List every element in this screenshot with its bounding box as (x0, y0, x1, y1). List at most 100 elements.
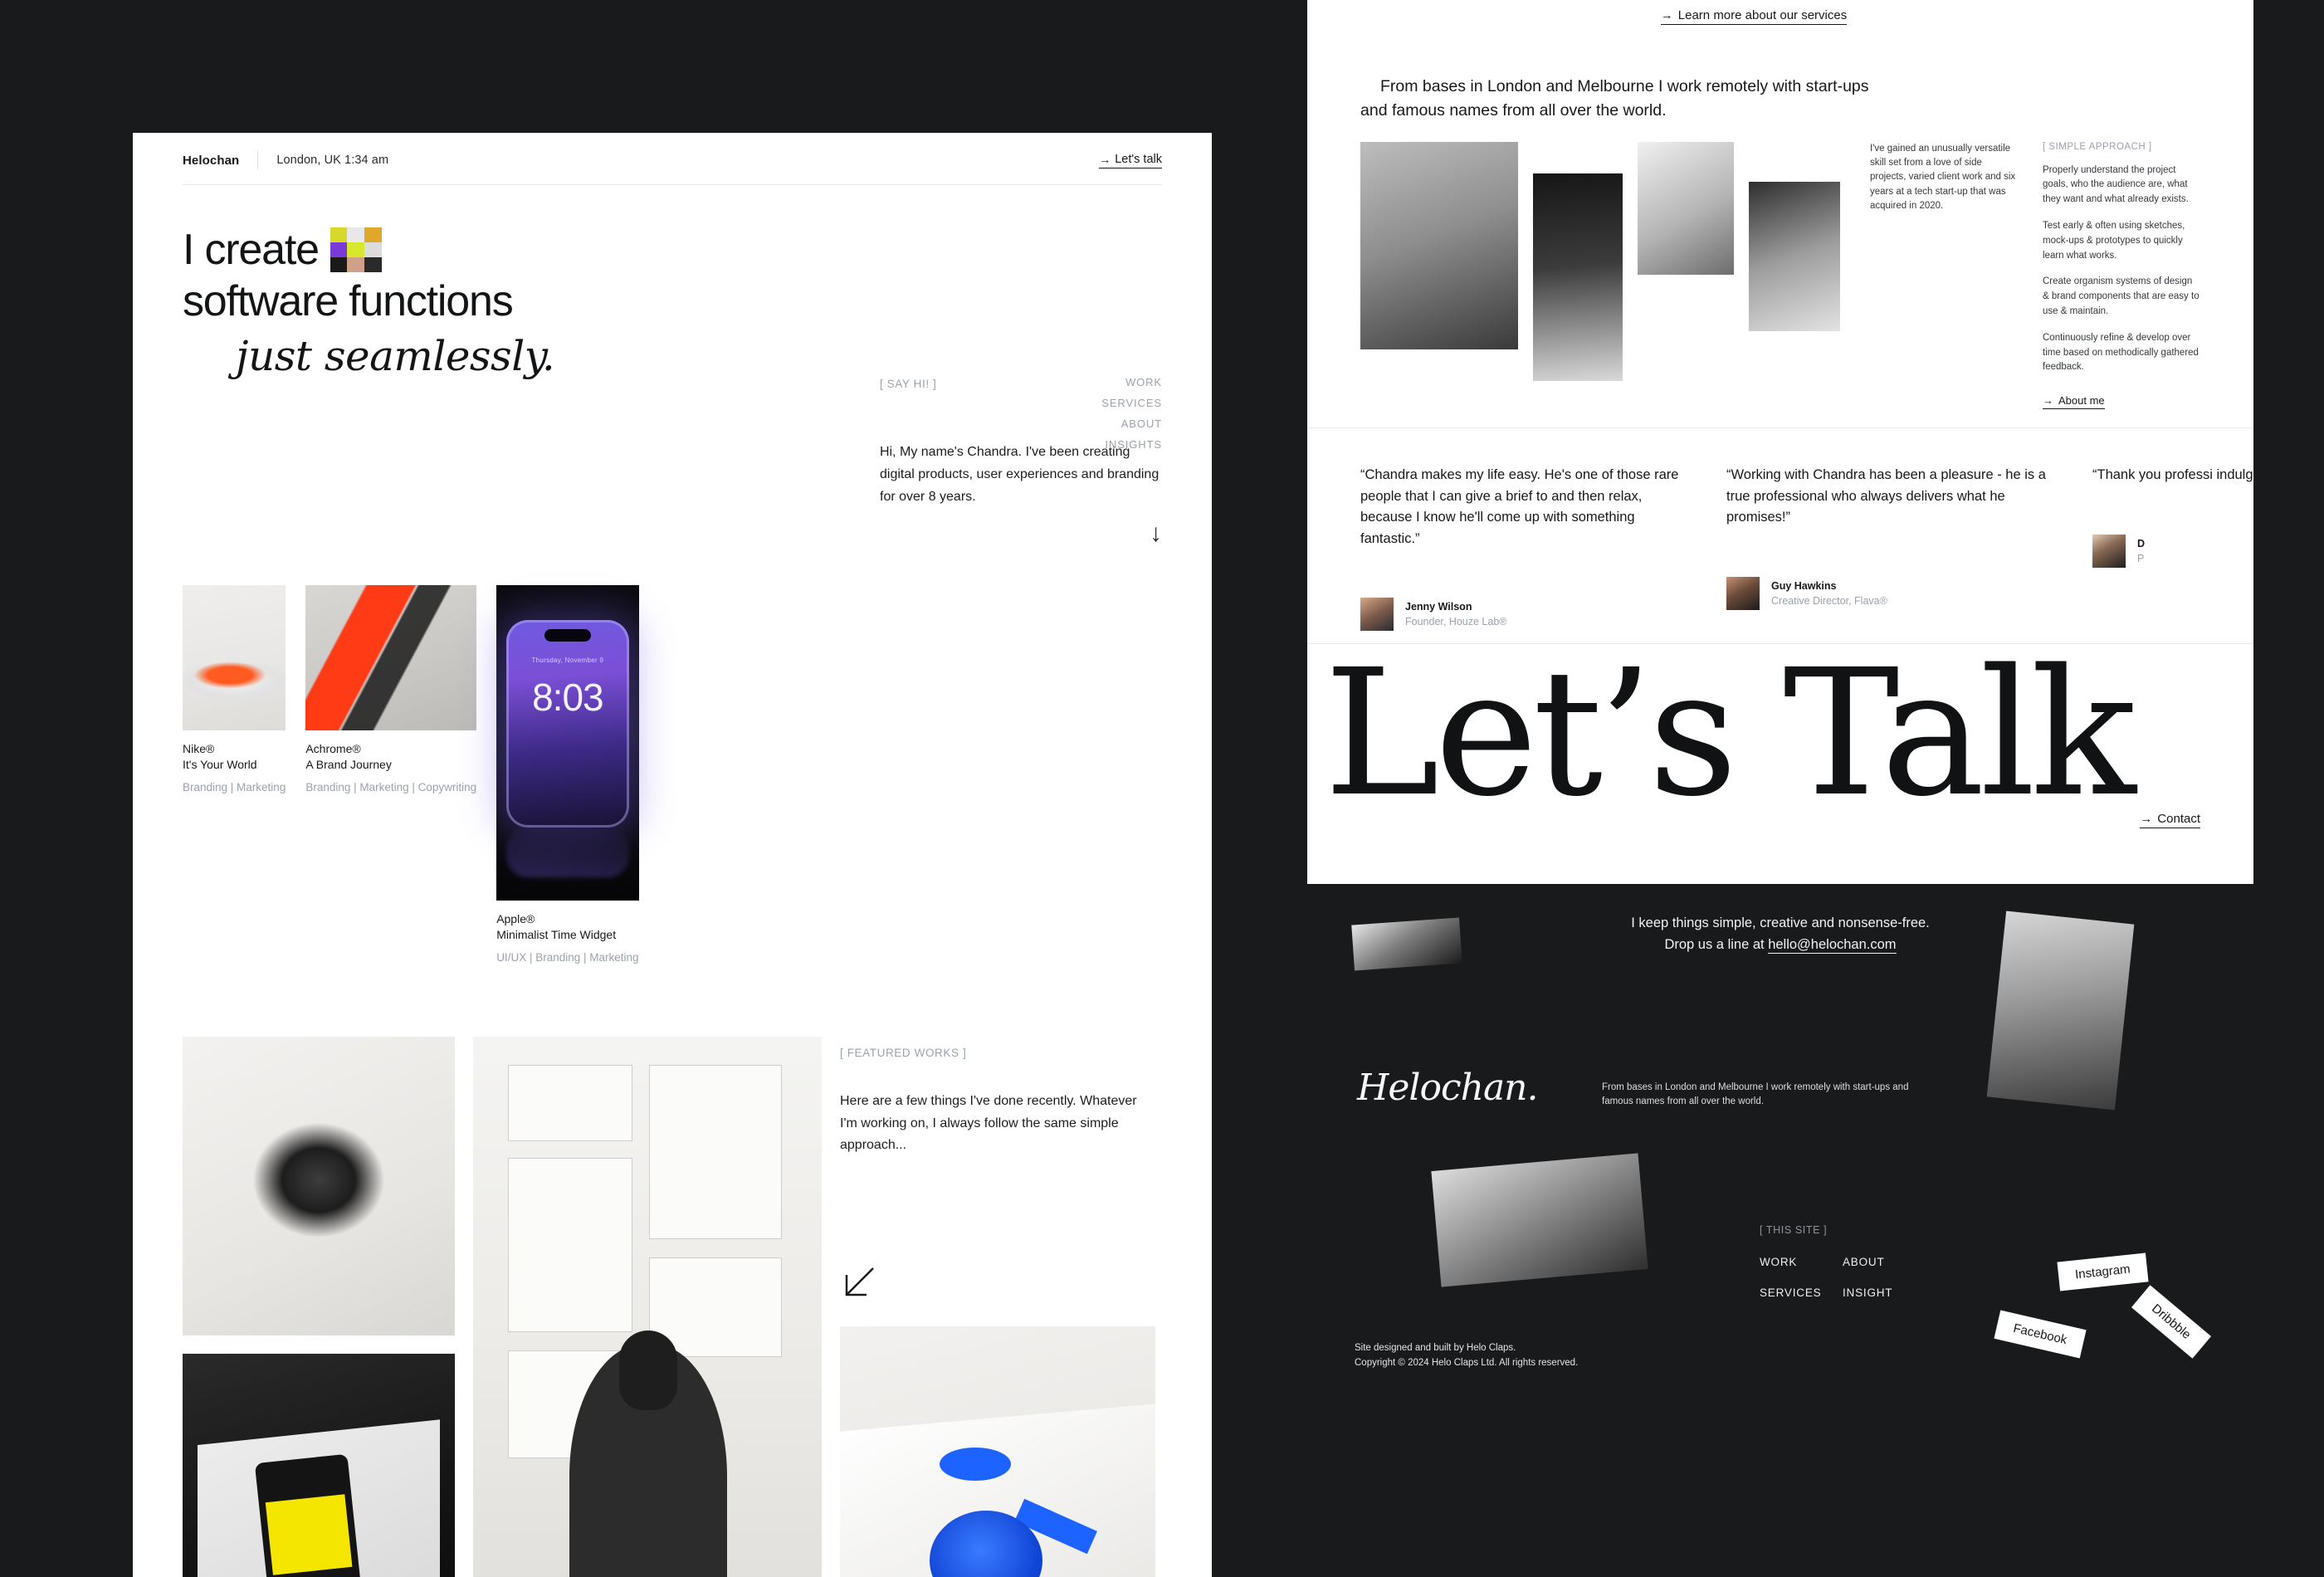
lets-talk-link[interactable]: → Let's talk (1099, 153, 1162, 168)
work-image-achrome (305, 585, 477, 730)
footer-nav-insight[interactable]: INSIGHT (1843, 1286, 1926, 1299)
testimonial-card: “Thank you professi indulgin contribu D … (2092, 465, 2253, 631)
about-me-label: About me (2058, 394, 2105, 408)
approach-step: Test early & often using sketches, mock-… (2043, 220, 2185, 261)
photo-collage-thumbnail-icon (330, 227, 382, 273)
work-image-nike (183, 585, 286, 730)
nav-item-work[interactable]: WORK (1125, 376, 1162, 388)
footer-legal: Site designed and built by Helo Claps. C… (1355, 1340, 1578, 1371)
social-link-dribbble[interactable]: Dribbble (2131, 1285, 2211, 1359)
work-image-phone-yellow[interactable] (183, 1354, 455, 1577)
work-card-apple[interactable]: Thursday, November 9 8:03 Apple® Minimal… (496, 585, 639, 964)
footer-legal-line2: Copyright © 2024 Helo Claps Ltd. All rig… (1355, 1358, 1579, 1369)
intro-copy: Hi, My name's Chandra. I've been creatin… (880, 445, 1160, 504)
about-photo[interactable] (1749, 181, 1840, 331)
footer-nav-eyebrow: [ THIS SITE ] (1760, 1224, 1828, 1236)
locale-time: London, UK 1:34 am (276, 154, 389, 167)
primary-nav: WORK SERVICES ABOUT INSIGHTS (1101, 376, 1162, 451)
about-side-note-text: I've gained an unusually versatile skill… (1870, 143, 2016, 212)
learn-more-services-link[interactable]: → Learn more about our services (1660, 8, 1848, 25)
nav-item-insights[interactable]: INSIGHTS (1105, 438, 1162, 451)
avatar (2092, 534, 2126, 568)
work-card-achrome[interactable]: Achrome® A Brand Journey Branding | Mark… (305, 585, 477, 793)
approach-step: Properly understand the project goals, w… (2043, 164, 2189, 205)
work-image-exhibition[interactable] (473, 1037, 822, 1577)
testimonial-role: P (2137, 552, 2145, 564)
approach-step: Create organism systems of design & bran… (2043, 276, 2200, 316)
gallery-frame (508, 1158, 632, 1332)
footer-photo (1986, 911, 2135, 1111)
nav-item-services[interactable]: SERVICES (1101, 397, 1162, 409)
about-me-link[interactable]: → About me (2043, 394, 2105, 410)
social-link-facebook[interactable]: Facebook (1994, 1310, 2087, 1359)
arrow-right-icon: → (2043, 394, 2053, 408)
testimonials-row: “Chandra makes my life easy. He's one of… (1360, 465, 2253, 632)
footer-email-link[interactable]: hello@helochan.com (1768, 936, 1897, 954)
header-divider (257, 151, 259, 169)
work-tags: Branding | Marketing (183, 781, 286, 793)
about-lead-text: From bases in London and Melbourne I wor… (1360, 77, 1869, 120)
contact-link-wrap: → Contact (2140, 812, 2200, 828)
testimonial-author: Jenny Wilson (1405, 601, 1472, 613)
avatar (1360, 598, 1394, 632)
nav-item-about[interactable]: ABOUT (1121, 417, 1162, 430)
testimonial-quote: “Thank you professi indulgin contribu (2092, 467, 2253, 482)
testimonial-author: Guy Hawkins (1771, 579, 1837, 592)
work-column-left (183, 1037, 455, 1577)
site-header: Helochan London, UK 1:34 am → Let's talk (183, 151, 1162, 185)
footer-nav-about[interactable]: ABOUT (1843, 1256, 1926, 1268)
footer-nav-work[interactable]: WORK (1760, 1256, 1843, 1268)
work-brand: Nike® (183, 742, 215, 755)
phone-body (254, 1453, 364, 1577)
testimonial-role: Founder, Houze Lab® (1405, 616, 1507, 628)
left-page-panel: Helochan London, UK 1:34 am → Let's talk… (133, 133, 1212, 1577)
contact-link[interactable]: → Contact (2140, 812, 2200, 828)
footer-nav-services[interactable]: SERVICES (1760, 1286, 1843, 1299)
about-photo[interactable] (1533, 173, 1623, 381)
visitor-head (619, 1330, 677, 1410)
about-photo[interactable] (1638, 141, 1734, 275)
footer-photo (1351, 917, 1462, 971)
about-side-note: I've gained an unusually versatile skill… (1870, 142, 2018, 410)
brand-group: Helochan London, UK 1:34 am (183, 151, 388, 169)
work-title: A Brand Journey (305, 758, 392, 771)
work-card-nike[interactable]: Nike® It's Your World Branding | Marketi… (183, 585, 286, 793)
hero-line-1: I create (183, 226, 320, 274)
work-title: Minimalist Time Widget (496, 928, 617, 941)
hero-line-2: software functions (183, 277, 514, 326)
phone-time: 8:03 (532, 676, 604, 719)
learn-more-services-label: Learn more about our services (1677, 8, 1848, 22)
footer-drop-line-prefix: Drop us a line at (1664, 936, 1769, 952)
testimonial-card: “Chandra makes my life easy. He's one of… (1360, 465, 1697, 632)
work-tags: UI/UX | Branding | Marketing (496, 951, 639, 964)
about-photo[interactable] (1360, 141, 1518, 349)
work-tags: Branding | Marketing | Copywriting (305, 781, 477, 793)
services-link-wrap: → Learn more about our services (1307, 8, 2200, 25)
testimonial-quote: “Working with Chandra has been a pleasur… (1726, 467, 2046, 525)
footer-legal-line1: Site designed and built by Helo Claps. (1355, 1343, 1516, 1353)
gallery-frame (649, 1065, 782, 1239)
right-page-panel: → Learn more about our services From bas… (1307, 0, 2253, 884)
work-image-blue-objects[interactable] (840, 1326, 1155, 1577)
work-image-tablet-illustration[interactable] (183, 1037, 455, 1335)
footer-nav: [ THIS SITE ] WORK ABOUT SERVICES INSIGH… (1760, 1224, 2009, 1299)
about-photo-row (1360, 141, 1845, 410)
avatar (1726, 576, 1760, 610)
social-link-instagram[interactable]: Instagram (2057, 1252, 2149, 1291)
hero-heading: I create software functions just seamles… (183, 224, 681, 381)
simple-approach-column: [ SIMPLE APPROACH ] Properly understand … (2043, 142, 2200, 410)
footer-brand: Helochan. (1357, 1067, 1539, 1109)
footer-photo (1431, 1153, 1648, 1287)
testimonial-quote: “Chandra makes my life easy. He's one of… (1360, 467, 1679, 546)
gallery-frame (508, 1065, 632, 1141)
arrow-down-icon[interactable]: ↓ (1150, 521, 1162, 546)
brand-logo[interactable]: Helochan (183, 154, 239, 168)
work-brand: Achrome® (305, 742, 361, 755)
phone-date: Thursday, November 9 (531, 657, 604, 664)
about-section: From bases in London and Melbourne I wor… (1360, 75, 2200, 410)
arrow-down-left-icon[interactable] (840, 1265, 876, 1301)
footer-blurb: From bases in London and Melbourne I wor… (1602, 1082, 1909, 1107)
arrow-right-icon: → (1660, 8, 1673, 22)
phone-screen (265, 1494, 353, 1575)
work-brand: Apple® (496, 912, 535, 925)
